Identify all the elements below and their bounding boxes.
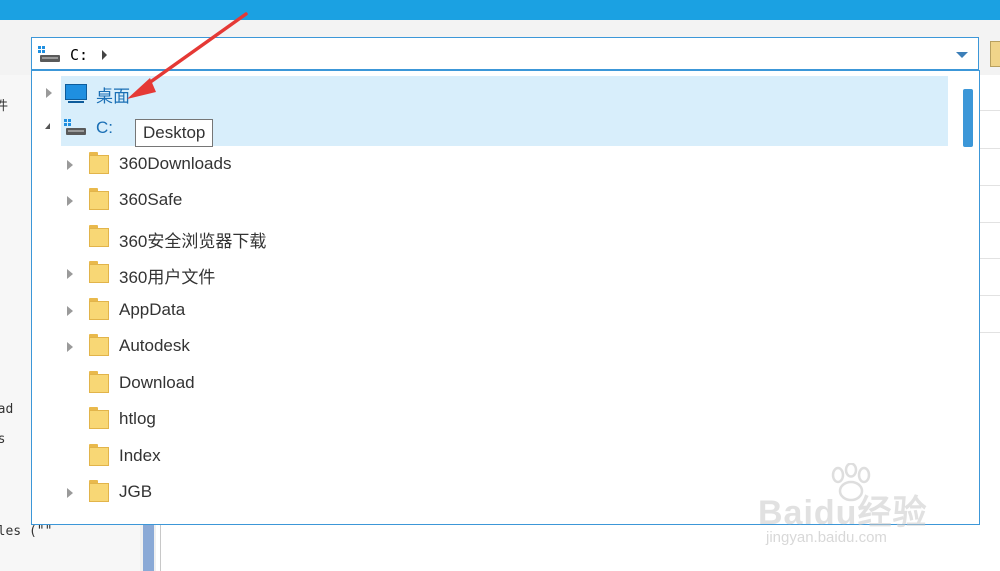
- tree-item-folder[interactable]: 360Safe: [32, 182, 932, 218]
- chevron-down-icon[interactable]: [956, 52, 968, 58]
- tooltip: Desktop: [135, 119, 214, 147]
- expand-arrow-icon[interactable]: [67, 342, 73, 352]
- folder-icon: [89, 298, 109, 320]
- tree-item-label: AppData: [119, 300, 186, 319]
- folder-icon: [89, 225, 109, 247]
- collapse-arrow-icon[interactable]: [45, 123, 50, 129]
- folder-icon: [89, 188, 109, 210]
- folder-icon[interactable]: [990, 41, 1000, 67]
- tree-item-label: C:: [96, 118, 113, 137]
- tree-scrollbar-thumb[interactable]: [963, 89, 973, 147]
- expand-arrow-icon[interactable]: [67, 306, 73, 316]
- tree-item-label: Autodesk: [119, 336, 190, 355]
- nav-item[interactable]: Files ("": [0, 524, 52, 539]
- tree-item-label: 360用户文件: [119, 268, 216, 287]
- watermark: Baidu经验 jingyan.baidu.com: [758, 463, 968, 553]
- folder-icon: [89, 261, 109, 283]
- tree-item-label: 360Downloads: [119, 154, 232, 173]
- annotation-arrow-icon: [127, 12, 248, 99]
- tree-item-folder[interactable]: htlog: [32, 401, 932, 437]
- nav-item[interactable]: ers: [0, 432, 5, 447]
- expand-arrow-icon[interactable]: [67, 196, 73, 206]
- folder-icon: [89, 480, 109, 502]
- tree-item-folder[interactable]: Download: [32, 365, 932, 401]
- tree-item-folder[interactable]: Autodesk: [32, 328, 932, 364]
- nav-scrollbar-thumb[interactable]: [143, 520, 154, 571]
- expand-arrow-icon[interactable]: [67, 488, 73, 498]
- folder-icon: [89, 371, 109, 393]
- folder-icon: [89, 407, 109, 429]
- watermark-brand: Baidu经验: [758, 494, 928, 532]
- tree-item-label: 360Safe: [119, 190, 183, 209]
- drive-icon: [64, 119, 88, 142]
- tree-item-label: JGB: [119, 482, 153, 501]
- folder-icon: [89, 334, 109, 356]
- folder-icon: [89, 444, 109, 466]
- tree-item-folder[interactable]: 360Downloads: [32, 146, 932, 182]
- tree-item-label: htlog: [119, 409, 156, 428]
- tree-item-label: Index: [119, 446, 161, 465]
- nav-item[interactable]: load: [0, 402, 13, 417]
- expand-arrow-icon[interactable]: [67, 269, 73, 279]
- tree-item-folder[interactable]: AppData: [32, 292, 932, 328]
- tree-item-folder[interactable]: 360用户文件: [32, 255, 932, 291]
- watermark-site: jingyan.baidu.com: [766, 529, 887, 546]
- tree-item-folder[interactable]: 360安全浏览器下载: [32, 219, 932, 255]
- folder-icon: [89, 152, 109, 174]
- expand-arrow-icon[interactable]: [67, 160, 73, 170]
- tree-item-label: 360安全浏览器下载: [119, 232, 267, 251]
- tree-item-label: Download: [119, 373, 195, 392]
